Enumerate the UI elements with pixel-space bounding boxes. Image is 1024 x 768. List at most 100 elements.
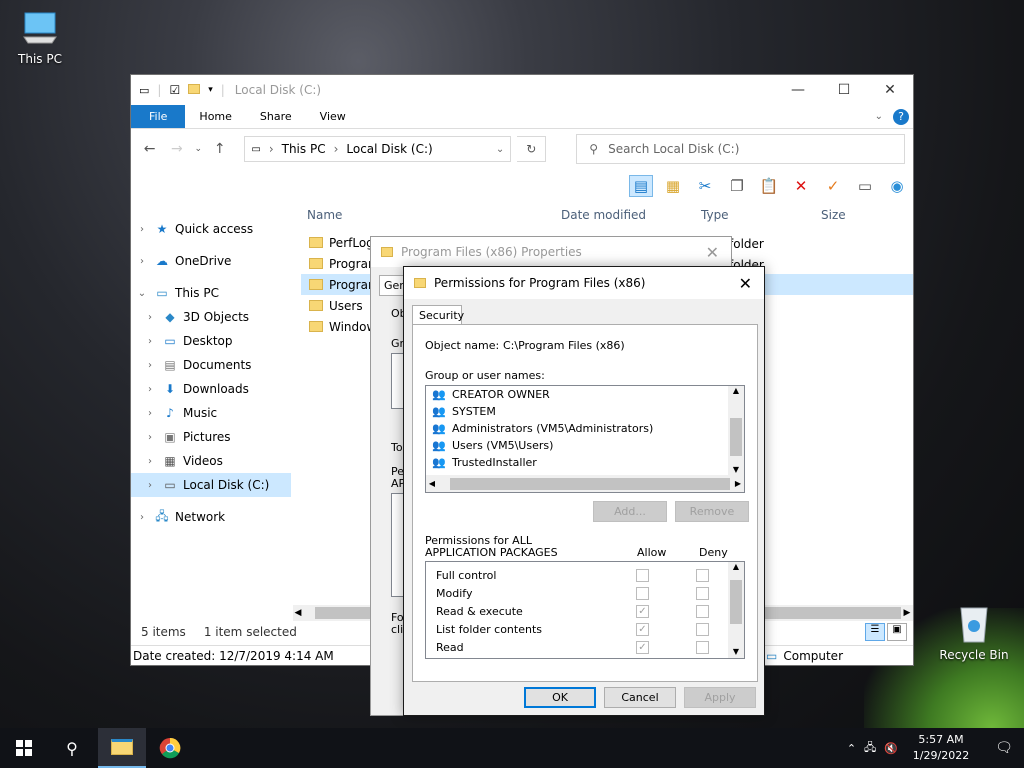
groups-horizontal-scrollbar[interactable]: ◀ ▶ [426, 475, 744, 492]
nav-item-documents[interactable]: › ▤ Documents [131, 353, 291, 377]
add-button[interactable]: Add... [593, 501, 667, 522]
allow-checkbox[interactable]: ✓ [636, 604, 649, 618]
details-view-icon[interactable]: ☰ [865, 623, 885, 641]
ribbon-expand-icon[interactable]: ⌄ [875, 111, 883, 122]
taskbar-file-explorer[interactable] [98, 728, 146, 768]
deny-checkbox[interactable] [696, 604, 709, 618]
ok-button[interactable]: OK [524, 687, 596, 708]
globe-icon[interactable]: ◉ [885, 175, 909, 197]
clock[interactable]: 5:57 AM 1/29/2022 [906, 732, 976, 764]
allow-checkbox[interactable] [636, 586, 649, 600]
taskbar-chrome[interactable] [146, 728, 194, 768]
allow-checkbox[interactable] [636, 568, 649, 582]
breadcrumb-this-pc[interactable]: This PC [282, 142, 326, 156]
close-icon[interactable]: ✕ [739, 274, 752, 293]
help-icon[interactable]: ? [893, 108, 909, 125]
cut-icon[interactable]: ✂ [693, 175, 717, 197]
maximize-button[interactable]: ☐ [821, 82, 867, 98]
cancel-button[interactable]: Cancel [604, 687, 676, 708]
volume-icon[interactable]: 🔇 [884, 742, 898, 755]
copy-icon[interactable]: ❐ [725, 175, 749, 197]
allow-checkbox[interactable]: ✓ [636, 640, 649, 654]
new-item-icon[interactable]: ▦ [661, 175, 685, 197]
apply-button[interactable]: Apply [684, 687, 756, 708]
nav-item-downloads[interactable]: › ⬇ Downloads [131, 377, 291, 401]
breadcrumb-local-disk[interactable]: Local Disk (C:) [346, 142, 432, 156]
refresh-button[interactable]: ↻ [517, 136, 547, 162]
group-item[interactable]: 👥 SYSTEM [426, 403, 744, 420]
deny-checkbox[interactable] [696, 568, 709, 582]
scroll-left-icon[interactable]: ◀ [293, 608, 303, 618]
scroll-left-icon[interactable]: ◀ [426, 479, 438, 488]
preview-pane-icon[interactable]: ▤ [629, 175, 653, 197]
rename-icon[interactable]: ▭ [853, 175, 877, 197]
group-item[interactable]: 👥 CREATOR OWNER [426, 386, 744, 403]
desktop-icon-this-pc[interactable]: This PC [0, 8, 80, 66]
address-bar[interactable]: ▭ › This PC › Local Disk (C:) ⌄ [244, 136, 512, 162]
group-item[interactable]: 👥 TrustedInstaller [426, 454, 744, 471]
remove-button[interactable]: Remove [675, 501, 749, 522]
nav-item-pictures[interactable]: › ▣ Pictures [131, 425, 291, 449]
nav-item-3d-objects[interactable]: › ◆ 3D Objects [131, 305, 291, 329]
perm-vertical-scrollbar[interactable]: ▲ ▼ [728, 562, 744, 658]
nav-item-music[interactable]: › ♪ Music [131, 401, 291, 425]
tab-home[interactable]: Home [185, 105, 245, 128]
group-item[interactable]: 👥 Users (VM5\Users) [426, 437, 744, 454]
back-button[interactable]: ← [139, 141, 160, 157]
address-dropdown-icon[interactable]: ⌄ [496, 144, 504, 155]
accept-icon[interactable]: ✓ [821, 175, 845, 197]
nav-quick-access[interactable]: › ★ Quick access [131, 217, 291, 241]
column-date[interactable]: Date modified [561, 208, 701, 227]
groups-vertical-scrollbar[interactable]: ▲ ▼ [728, 386, 744, 476]
search-input[interactable]: ⚲ Search Local Disk (C:) [576, 134, 905, 164]
show-hidden-icons-icon[interactable]: ⌃ [847, 742, 856, 755]
new-folder-icon[interactable] [188, 83, 201, 97]
up-button[interactable]: ↑ [209, 141, 230, 157]
search-button[interactable]: ⚲ [48, 728, 96, 768]
start-button[interactable] [0, 728, 48, 768]
column-size[interactable]: Size [821, 208, 881, 227]
close-icon[interactable]: ✕ [706, 243, 719, 262]
scroll-down-icon[interactable]: ▼ [728, 647, 744, 656]
paste-icon[interactable]: 📋 [757, 175, 781, 197]
tab-file[interactable]: File [131, 105, 186, 128]
nav-this-pc[interactable]: ⌄ ▭ This PC [131, 281, 291, 305]
allow-checkbox[interactable]: ✓ [636, 622, 649, 636]
scroll-up-icon[interactable]: ▲ [728, 386, 744, 395]
network-status-icon[interactable]: 🖧 [864, 739, 876, 758]
desktop-icon-recycle-bin[interactable]: Recycle Bin [934, 604, 1014, 662]
deny-checkbox[interactable] [696, 622, 709, 636]
nav-item-videos[interactable]: › ▦ Videos [131, 449, 291, 473]
scroll-right-icon[interactable]: ▶ [732, 479, 744, 488]
qat-dropdown-icon[interactable]: ▾ [208, 85, 213, 95]
forward-button[interactable]: → [166, 141, 187, 157]
system-tray: ⌃ 🖧 🔇 5:57 AM 1/29/2022 🗨 [847, 728, 1024, 768]
recent-locations-icon[interactable]: ⌄ [193, 144, 203, 154]
tab-share[interactable]: Share [246, 105, 306, 128]
tab-security[interactable]: Security [412, 305, 464, 325]
action-center-icon[interactable]: 🗨 [984, 740, 1024, 756]
minimize-button[interactable]: — [775, 82, 821, 98]
nav-item-local-disk-c[interactable]: › ▭ Local Disk (C:) [131, 473, 291, 497]
scroll-right-icon[interactable]: ▶ [901, 608, 913, 618]
nav-onedrive[interactable]: › ☁ OneDrive [131, 249, 291, 273]
close-button[interactable]: ✕ [867, 82, 913, 98]
properties-icon[interactable]: ☑ [169, 83, 180, 97]
navigation-pane: › ★ Quick access › ☁ OneDrive ⌄ ▭ This PC ›… [131, 205, 291, 529]
column-type[interactable]: Type [701, 208, 821, 227]
deny-checkbox[interactable] [696, 586, 709, 600]
nav-item-desktop[interactable]: › ▭ Desktop [131, 329, 291, 353]
scroll-thumb[interactable] [730, 580, 742, 624]
delete-icon[interactable]: ✕ [789, 175, 813, 197]
scroll-up-icon[interactable]: ▲ [728, 562, 744, 571]
nav-network[interactable]: › 🖧 Network [131, 505, 291, 529]
tab-view[interactable]: View [306, 105, 360, 128]
scroll-thumb[interactable] [450, 477, 730, 490]
column-name[interactable]: Name [301, 208, 561, 227]
deny-checkbox[interactable] [696, 640, 709, 654]
group-item[interactable]: 👥 Administrators (VM5\Administrators) [426, 420, 744, 437]
scroll-down-icon[interactable]: ▼ [728, 465, 744, 474]
scroll-thumb[interactable] [730, 418, 742, 456]
large-icons-view-icon[interactable]: ▣ [887, 623, 907, 641]
groups-list[interactable]: 👥 CREATOR OWNER 👥 SYSTEM 👥 Administrators (VM… [425, 385, 745, 493]
